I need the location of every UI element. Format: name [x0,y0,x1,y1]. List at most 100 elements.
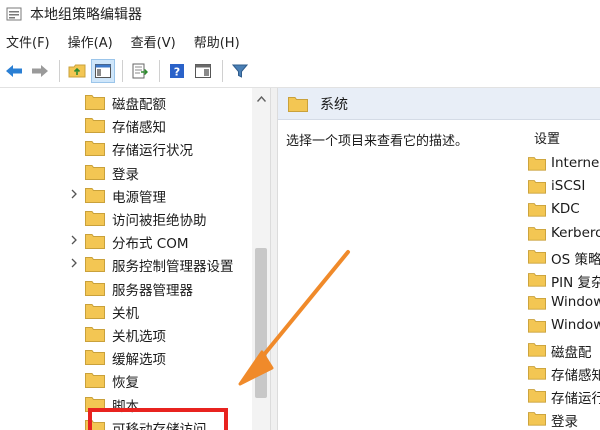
help-icon: ? [170,63,184,78]
menu-action[interactable]: 操作(A) [59,32,122,51]
settings-list-item[interactable]: 存储感知 [528,361,600,384]
toolbar-separator [159,59,160,82]
settings-list-item[interactable]: 登录 [528,407,600,430]
menu-help[interactable]: 帮助(H) [185,32,249,51]
tree-item-label: 存储运行状况 [112,143,193,160]
menu-view[interactable]: 查看(V) [122,32,185,51]
help-button[interactable]: ? [165,59,189,83]
tree-item-label: 访问被拒绝协助 [112,213,207,229]
tree-item[interactable]: 缓解选项 [0,345,250,368]
settings-list-item[interactable]: 磁盘配 [528,338,600,361]
folder-icon [85,303,105,319]
settings-list-item[interactable]: PIN 复杂 [528,268,600,291]
tree-item[interactable]: 分布式 COM [0,229,250,252]
tree-item-label: 登录 [112,166,139,183]
tree-item-label: 恢复 [112,375,139,392]
tree-item[interactable]: 访问被拒绝协助 [0,206,250,229]
settings-list-item[interactable]: Interne [528,152,600,175]
folder-icon [85,234,105,250]
folder-icon [528,296,546,310]
folder-icon [528,249,546,264]
folder-icon [85,95,105,110]
folder-icon [528,319,546,334]
tree-item[interactable]: 登录 [0,160,250,183]
folder-icon [85,280,105,296]
chevron-right-icon[interactable] [69,235,79,245]
pane-splitter[interactable] [270,88,278,430]
console-tree: 磁盘配额存储感知存储运行状况 登录电源管理访问被拒绝协助 分布式 COM 服务控制管理… [0,88,270,430]
tree-item-label: 服务器管理器 [112,282,193,299]
tree-item-label: 分布式 COM [112,236,189,253]
setting-item-label: KDC [551,201,580,218]
settings-column-header[interactable]: 设置 [534,128,560,147]
setting-item-label: 磁盘配 [551,344,592,361]
filter-icon [232,64,248,78]
folder-icon [528,180,546,194]
tree-item[interactable]: 服务器管理器 [0,276,250,299]
folder-icon [85,164,105,180]
tree-item[interactable]: 存储运行状况 [0,136,250,159]
settings-list-item[interactable]: OS 策略 [528,245,600,268]
folder-icon [528,389,546,403]
filter-button[interactable] [228,59,252,83]
setting-item-label: Kerbero [551,224,600,241]
back-arrow-icon [6,64,22,77]
show-hide-tree-button[interactable] [91,58,115,83]
tree-item[interactable]: 关机 [0,299,250,322]
folder-icon [85,211,105,226]
folder-icon [528,342,546,357]
toolbar-separator [59,59,60,82]
tree-item[interactable]: 电源管理 [0,183,250,206]
properties-icon [195,63,211,78]
tree-item[interactable]: 磁盘配额 [0,90,250,113]
scrollbar-thumb[interactable] [255,248,267,398]
tree-item-label: 服务控制管理器设置 [112,259,234,276]
setting-item-label: 登录 [551,414,578,430]
forward-button[interactable] [28,59,52,83]
highlight-box [88,408,228,430]
details-pane: 系统 选择一个项目来查看它的描述。 设置 Interne iSCSI KDC Kerb… [278,88,600,430]
tree-item-label: 缓解选项 [112,352,166,369]
scroll-up-arrow-icon[interactable] [257,96,266,102]
export-list-button[interactable] [128,59,152,83]
folder-icon [85,373,105,389]
console-tree-icon [95,63,111,78]
folder-icon [528,226,546,241]
tree-item-label: 关机选项 [112,329,166,345]
details-title: 系统 [320,96,348,113]
policy-editor-icon [6,7,22,21]
settings-list-item[interactable]: Kerbero [528,222,600,245]
menu-file[interactable]: 文件(F) [0,32,59,51]
tree-item[interactable]: 恢复 [0,368,250,391]
tree-item-label: 磁盘配额 [112,97,166,113]
properties-button[interactable] [191,59,215,83]
setting-item-label: 存储运行 [551,391,600,407]
toolbar-separator [122,59,123,82]
settings-list-item[interactable]: iSCSI [528,175,600,198]
menu-bar: 文件(F) 操作(A) 查看(V) 帮助(H) [0,28,600,54]
back-button[interactable] [2,59,26,83]
setting-item-label: Interne [551,155,600,171]
settings-list-item[interactable]: Window [528,291,600,314]
folder-icon [85,327,105,342]
tree-item[interactable]: 关机选项 [0,322,250,345]
settings-list-item[interactable]: KDC [528,198,600,221]
tree-item[interactable]: 服务控制管理器设置 [0,252,250,275]
tree-scrollbar[interactable] [252,88,270,430]
tree-item[interactable]: 存储感知 [0,113,250,136]
tree-item-label: 电源管理 [112,189,166,206]
up-folder-button[interactable] [65,59,89,83]
setting-item-label: Window [551,317,600,334]
forward-arrow-icon [32,64,48,77]
folder-icon [528,157,546,171]
export-list-icon [132,63,148,78]
folder-icon [85,141,105,157]
chevron-right-icon[interactable] [69,189,79,199]
tree-item-label: 存储感知 [112,120,166,137]
settings-list-item[interactable]: 存储运行 [528,384,600,407]
chevron-right-icon[interactable] [69,258,79,268]
tree-item-label: 关机 [112,305,139,322]
folder-icon [288,97,308,112]
folder-icon [85,187,105,203]
settings-list-item[interactable]: Window [528,314,600,337]
